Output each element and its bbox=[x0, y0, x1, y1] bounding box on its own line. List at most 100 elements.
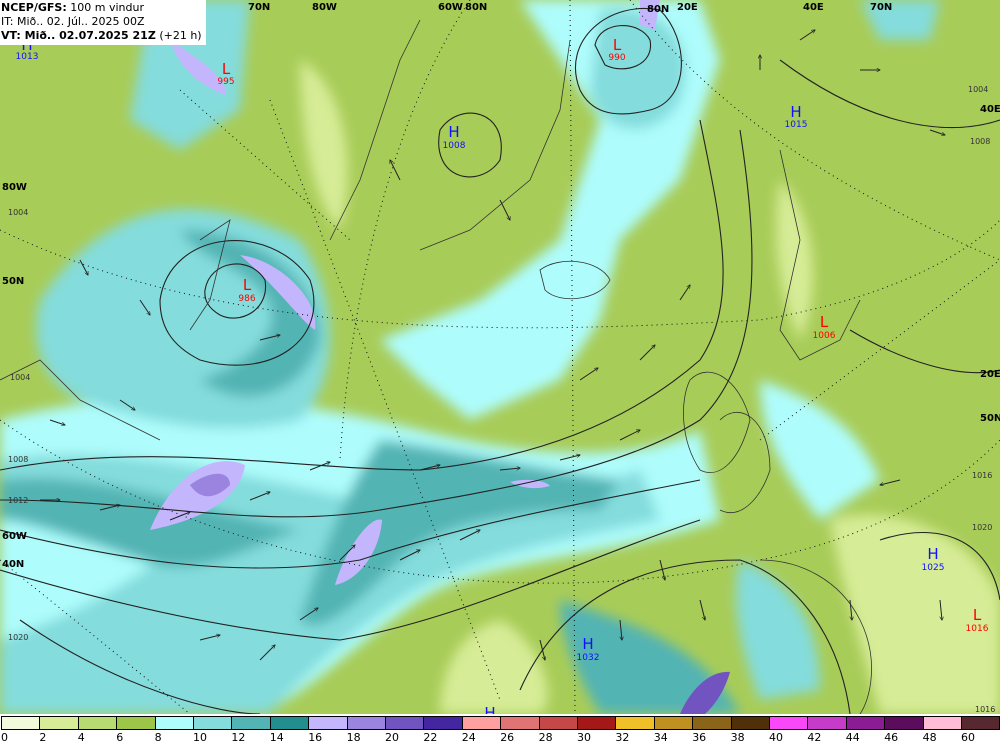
colorbar-legend: 0 2 4 6 8 10 12 14 16 18 20 22 24 26 28 30 32 34 36 38 40 42 4… bbox=[0, 714, 1000, 745]
colorbar-swatch bbox=[385, 716, 425, 730]
svg-text:1008: 1008 bbox=[443, 141, 466, 151]
svg-text:1008: 1008 bbox=[8, 455, 28, 464]
colorbar-swatch bbox=[154, 716, 194, 730]
svg-text:80N: 80N bbox=[647, 4, 669, 15]
svg-text:1015: 1015 bbox=[785, 120, 808, 130]
svg-text:H: H bbox=[790, 103, 801, 121]
svg-text:L: L bbox=[973, 606, 982, 624]
svg-text:1016: 1016 bbox=[975, 705, 995, 714]
colorbar-swatch bbox=[845, 716, 886, 730]
colorbar-tick-label: 40 bbox=[769, 731, 783, 744]
forecast-hour: (+21 h) bbox=[159, 29, 202, 42]
model-label: NCEP/GFS: bbox=[1, 1, 67, 14]
colorbar-swatch bbox=[922, 716, 962, 730]
svg-text:1012: 1012 bbox=[8, 496, 28, 505]
svg-text:40N: 40N bbox=[2, 559, 24, 570]
colorbar-tick-label: 0 bbox=[1, 731, 8, 744]
svg-text:80W: 80W bbox=[312, 2, 337, 13]
svg-text:70N: 70N bbox=[870, 2, 892, 13]
svg-text:80W: 80W bbox=[2, 182, 27, 193]
svg-text:1016: 1016 bbox=[972, 471, 992, 480]
colorbar-swatch bbox=[807, 716, 847, 730]
svg-text:H: H bbox=[927, 545, 938, 563]
svg-text:60W: 60W bbox=[2, 531, 27, 542]
colorbar-swatch bbox=[461, 716, 502, 730]
colorbar-swatch bbox=[193, 716, 233, 730]
svg-text:1008: 1008 bbox=[970, 137, 990, 146]
svg-text:50N: 50N bbox=[2, 276, 24, 287]
colorbar-tick-label: 32 bbox=[615, 731, 630, 744]
colorbar-swatch bbox=[500, 716, 540, 730]
colorbar-tick-label: 16 bbox=[308, 731, 323, 744]
colorbar-swatch bbox=[1, 716, 41, 730]
colorbar-swatch bbox=[961, 716, 1000, 730]
svg-text:1020: 1020 bbox=[8, 633, 28, 642]
colorbar-swatch bbox=[577, 716, 617, 730]
colorbar-tick-label: 10 bbox=[193, 731, 207, 744]
colorbar-tick-label: 14 bbox=[269, 731, 284, 744]
colorbar-swatch bbox=[39, 716, 79, 730]
svg-text:1004: 1004 bbox=[968, 85, 988, 94]
wind-map: 70N 80W 60W 80N 80N 20E 40E 70N 40E 80W … bbox=[0, 0, 1000, 714]
svg-text:1020: 1020 bbox=[972, 523, 992, 532]
colorbar-tick-label: 4 bbox=[77, 731, 85, 744]
colorbar-swatch bbox=[538, 716, 578, 730]
svg-text:H: H bbox=[448, 123, 459, 141]
high-center: H bbox=[484, 704, 495, 714]
svg-text:70N: 70N bbox=[248, 2, 270, 13]
colorbar-tick-label: 12 bbox=[231, 731, 246, 744]
svg-text:20E: 20E bbox=[980, 369, 1000, 380]
svg-text:40E: 40E bbox=[803, 2, 824, 13]
colorbar-tick-label: 8 bbox=[154, 731, 162, 744]
svg-text:L: L bbox=[243, 276, 252, 294]
colorbar-tick-label: 48 bbox=[922, 731, 937, 744]
svg-text:986: 986 bbox=[238, 294, 255, 304]
svg-text:1006: 1006 bbox=[813, 331, 836, 341]
svg-text:1016: 1016 bbox=[966, 624, 989, 634]
colorbar-swatch bbox=[269, 716, 310, 730]
colorbar-tick-label: 24 bbox=[461, 731, 476, 744]
svg-text:L: L bbox=[820, 313, 829, 331]
colorbar-swatch bbox=[884, 716, 924, 730]
colorbar-swatch bbox=[653, 716, 694, 730]
svg-text:H: H bbox=[582, 635, 593, 653]
colorbar-tick-label: 20 bbox=[385, 731, 399, 744]
svg-text:1025: 1025 bbox=[922, 563, 945, 573]
colorbar-tick-label: 26 bbox=[500, 731, 515, 744]
svg-text:L: L bbox=[222, 60, 231, 78]
colorbar-tick-label: 18 bbox=[346, 731, 361, 744]
colorbar-swatch bbox=[346, 716, 386, 730]
colorbar-tick-label: 22 bbox=[423, 731, 438, 744]
svg-text:L: L bbox=[613, 36, 622, 54]
colorbar-tick-label: 60 bbox=[961, 731, 975, 744]
colorbar-swatch bbox=[692, 716, 732, 730]
colorbar-tick-label: 30 bbox=[577, 731, 591, 744]
svg-text:995: 995 bbox=[217, 77, 234, 87]
colorbar-tick-label: 44 bbox=[845, 731, 860, 744]
colorbar-tick-label: 34 bbox=[653, 731, 668, 744]
colorbar-tick-label: 46 bbox=[884, 731, 899, 744]
svg-text:40E: 40E bbox=[980, 104, 1000, 115]
svg-text:1032: 1032 bbox=[577, 653, 600, 663]
colorbar-tick-label: 36 bbox=[692, 731, 707, 744]
colorbar-tick-label: 2 bbox=[39, 731, 47, 744]
colorbar-tick-label: 38 bbox=[730, 731, 745, 744]
colorbar-swatch bbox=[231, 716, 271, 730]
colorbar-tick-label: 28 bbox=[538, 731, 553, 744]
valid-time: VT: Mið.. 02.07.2025 21Z bbox=[1, 29, 156, 42]
colorbar-swatch bbox=[423, 716, 463, 730]
svg-text:20E: 20E bbox=[677, 2, 698, 13]
colorbar-swatch bbox=[769, 716, 809, 730]
svg-text:1004: 1004 bbox=[10, 373, 30, 382]
field-name: 100 m vindur bbox=[70, 1, 144, 14]
svg-text:50N: 50N bbox=[980, 413, 1000, 424]
svg-text:1004: 1004 bbox=[8, 208, 28, 217]
map-header: NCEP/GFS: 100 m vindur IT: Mið.. 02. Júl… bbox=[0, 0, 206, 45]
init-time: IT: Mið.. 02. Júl.. 2025 00Z bbox=[1, 15, 145, 28]
svg-text:80N: 80N bbox=[465, 2, 487, 13]
svg-text:990: 990 bbox=[608, 53, 625, 63]
colorbar-tick-label: 6 bbox=[116, 731, 124, 744]
colorbar-swatch bbox=[730, 716, 770, 730]
colorbar-swatch bbox=[116, 716, 156, 730]
svg-text:H: H bbox=[484, 704, 495, 714]
